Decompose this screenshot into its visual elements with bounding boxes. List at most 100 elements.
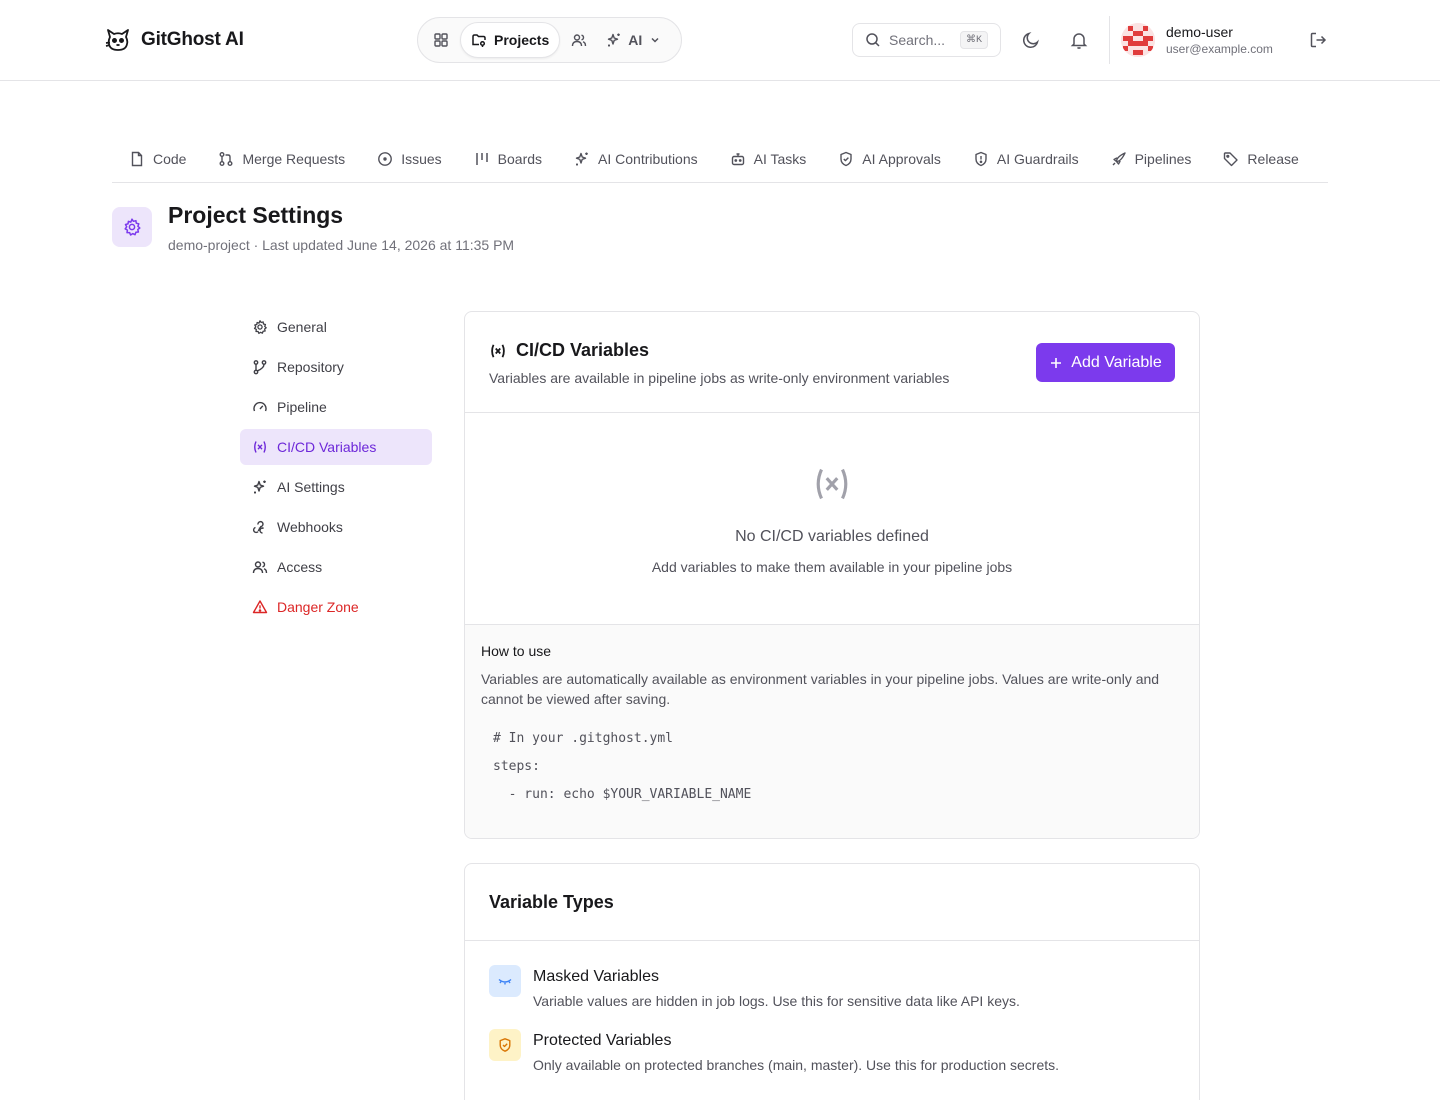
gear-icon bbox=[122, 217, 142, 237]
sidebar-item-label: Webhooks bbox=[277, 519, 343, 535]
shield-check-icon bbox=[838, 151, 854, 167]
code-example: # In your .gitghost.yml steps: - run: ec… bbox=[493, 731, 752, 802]
how-to-use-title: How to use bbox=[481, 643, 552, 659]
tab-label: AI Tasks bbox=[753, 151, 807, 167]
empty-state: No CI/CD variables defined Add variables… bbox=[465, 413, 1199, 625]
card-header: Variable Types bbox=[465, 864, 1199, 941]
tab-ai-approvals[interactable]: AI Approvals bbox=[822, 136, 957, 182]
tab-release[interactable]: Release bbox=[1207, 136, 1314, 182]
tab-label: Boards bbox=[497, 151, 543, 167]
sidebar-item-label: Access bbox=[277, 559, 323, 575]
tab-label: Issues bbox=[401, 151, 442, 167]
sidebar-item-label: AI Settings bbox=[277, 479, 345, 495]
tab-label: AI Approvals bbox=[862, 151, 941, 167]
search-icon bbox=[865, 32, 881, 48]
theme-toggle-button[interactable] bbox=[1019, 28, 1043, 52]
grid-icon bbox=[433, 32, 449, 48]
gauge-icon bbox=[252, 399, 268, 415]
notifications-button[interactable] bbox=[1067, 28, 1091, 52]
dashboard-nav-button[interactable] bbox=[424, 23, 458, 57]
variable-icon bbox=[489, 342, 507, 360]
logout-button[interactable] bbox=[1306, 28, 1330, 52]
card-title: CI/CD Variables bbox=[489, 340, 649, 361]
tab-label: Pipelines bbox=[1134, 151, 1192, 167]
projects-nav-button[interactable]: Projects bbox=[460, 22, 561, 58]
add-variable-button[interactable]: Add Variable bbox=[1036, 343, 1175, 382]
git-pull-request-icon bbox=[218, 151, 234, 167]
warning-icon bbox=[252, 599, 268, 615]
page-subtitle: demo-project · Last updated June 14, 202… bbox=[168, 237, 515, 253]
card-title-text: CI/CD Variables bbox=[516, 340, 650, 360]
sidebar-item-label: CI/CD Variables bbox=[277, 439, 377, 455]
tag-icon bbox=[1223, 151, 1239, 167]
moon-icon bbox=[1021, 30, 1041, 50]
user-name: demo-user bbox=[1166, 24, 1233, 40]
sidebar-item-label: Danger Zone bbox=[277, 599, 359, 615]
settings-badge bbox=[112, 207, 152, 247]
plus-icon bbox=[1049, 356, 1063, 370]
sidebar-item-ci-cd-variables[interactable]: CI/CD Variables bbox=[240, 429, 432, 465]
tab-ai-tasks[interactable]: AI Tasks bbox=[714, 136, 823, 182]
tab-label: Release bbox=[1247, 151, 1299, 167]
tab-ai-contributions[interactable]: AI Contributions bbox=[558, 136, 714, 182]
main-nav: Projects AI bbox=[417, 17, 682, 63]
file-icon bbox=[129, 151, 145, 167]
card-title: Variable Types bbox=[489, 892, 614, 912]
sidebar-item-ai-settings[interactable]: AI Settings bbox=[240, 469, 432, 505]
sidebar-item-label: Pipeline bbox=[277, 399, 327, 415]
tab-issues[interactable]: Issues bbox=[361, 136, 457, 182]
sidebar-item-general[interactable]: General bbox=[240, 309, 432, 345]
ai-nav-dropdown[interactable]: AI bbox=[598, 23, 670, 57]
ci-cd-variables-card: CI/CD Variables Variables are available … bbox=[464, 311, 1200, 839]
folder-git-icon bbox=[471, 32, 487, 48]
tab-code[interactable]: Code bbox=[112, 136, 202, 182]
tab-ai-guardrails[interactable]: AI Guardrails bbox=[957, 136, 1095, 182]
avatar[interactable] bbox=[1121, 23, 1155, 57]
search-input[interactable]: Search... ⌘K bbox=[852, 23, 1001, 57]
sidebar-item-pipeline[interactable]: Pipeline bbox=[240, 389, 432, 425]
sidebar-item-danger-zone[interactable]: Danger Zone bbox=[240, 589, 432, 625]
brand-name: GitGhost AI bbox=[141, 29, 244, 50]
tab-pipelines[interactable]: Pipelines bbox=[1095, 136, 1208, 182]
webhook-icon bbox=[252, 519, 268, 535]
variable-icon bbox=[811, 462, 853, 506]
bell-icon bbox=[1069, 30, 1089, 50]
card-description: Variables are available in pipeline jobs… bbox=[489, 370, 950, 386]
sidebar-item-webhooks[interactable]: Webhooks bbox=[240, 509, 432, 545]
user-email: user@example.com bbox=[1166, 42, 1273, 56]
variable-type-title: Masked Variables bbox=[533, 968, 659, 985]
ghost-cat-logo-icon bbox=[104, 26, 132, 54]
kanban-icon bbox=[474, 151, 490, 167]
page-title: Project Settings bbox=[168, 202, 344, 228]
search-placeholder: Search... bbox=[889, 32, 946, 48]
variable-type-description: Only available on protected branches (ma… bbox=[533, 1057, 1060, 1073]
log-out-icon bbox=[1308, 30, 1328, 50]
sidebar-item-access[interactable]: Access bbox=[240, 549, 432, 585]
top-bar: GitGhost AI Projects AI Search... ⌘K dem… bbox=[0, 0, 1440, 81]
sparkles-icon bbox=[574, 151, 590, 167]
groups-nav-button[interactable] bbox=[562, 23, 596, 57]
project-tabs: Code Merge Requests Issues Boards AI Con… bbox=[112, 136, 1328, 183]
brand-logo[interactable]: GitGhost AI bbox=[104, 26, 244, 54]
gear-icon bbox=[252, 319, 268, 335]
tab-merge-requests[interactable]: Merge Requests bbox=[202, 136, 361, 182]
bot-icon bbox=[730, 151, 746, 167]
git-branch-icon bbox=[252, 359, 268, 375]
empty-state-description: Add variables to make them available in … bbox=[651, 559, 1013, 575]
sparkles-icon bbox=[606, 32, 622, 48]
users-icon bbox=[571, 32, 587, 48]
sidebar-item-label: General bbox=[277, 319, 327, 335]
variable-type-masked: Masked Variables Variable values are hid… bbox=[489, 965, 1020, 1009]
variable-types-card: Variable Types Masked Variables Variable… bbox=[464, 863, 1200, 1100]
sidebar-item-label: Repository bbox=[277, 359, 344, 375]
ai-nav-label: AI bbox=[628, 32, 643, 48]
circle-dot-icon bbox=[377, 151, 393, 167]
tab-boards[interactable]: Boards bbox=[458, 136, 558, 182]
sidebar-item-repository[interactable]: Repository bbox=[240, 349, 432, 385]
variable-type-description: Variable values are hidden in job logs. … bbox=[533, 993, 1020, 1009]
tab-label: AI Contributions bbox=[598, 151, 698, 167]
projects-nav-label: Projects bbox=[494, 32, 550, 48]
variable-type-title: Protected Variables bbox=[533, 1032, 672, 1049]
settings-sidebar: General Repository Pipeline CI/CD Variab… bbox=[240, 309, 432, 629]
add-variable-label: Add Variable bbox=[1071, 353, 1162, 371]
